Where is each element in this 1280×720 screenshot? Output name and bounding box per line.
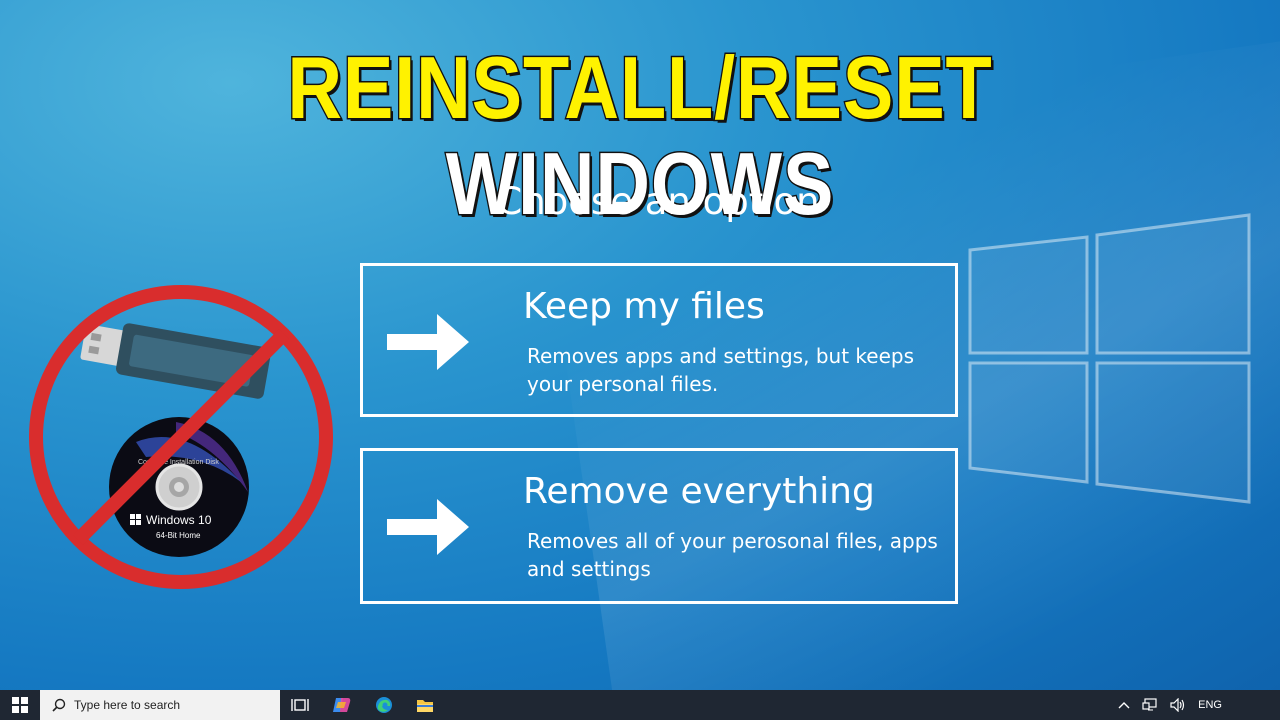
no-install-media-icon: Complete Installation Disk Windows 10 64… [29, 285, 333, 589]
system-tray: ENG [1112, 690, 1280, 720]
arrow-right-icon [387, 499, 469, 555]
edge-button[interactable] [364, 690, 404, 720]
file-explorer-button[interactable] [405, 690, 445, 720]
task-view-icon [291, 699, 309, 711]
start-button[interactable] [0, 690, 40, 720]
remove-everything-option[interactable]: Remove everything Removes all of your pe… [360, 448, 958, 604]
taskbar-search-box[interactable]: Type here to search [40, 690, 280, 720]
keep-my-files-option[interactable]: Keep my files Removes apps and settings,… [360, 263, 958, 417]
taskbar: Type here to search ENG [0, 690, 1280, 720]
edge-icon [376, 697, 392, 713]
option-description: Removes all of your perosonal files, app… [527, 529, 938, 581]
choose-option-heading: Choose an option [496, 180, 820, 223]
copilot-icon [333, 698, 351, 712]
volume-icon[interactable] [1170, 698, 1186, 712]
start-icon [12, 697, 28, 713]
disc-edition: 64-Bit Home [156, 531, 201, 540]
disc-brand: Windows 10 [146, 513, 212, 527]
option-description: Removes apps and settings, but keeps you… [527, 344, 914, 396]
copilot-button[interactable] [322, 690, 362, 720]
search-placeholder: Type here to search [74, 698, 181, 712]
network-icon[interactable] [1142, 698, 1158, 712]
title-part-reinstall: REINSTALL/RESET [286, 38, 993, 137]
arrow-right-icon [387, 314, 469, 370]
option-title: Keep my files [523, 286, 765, 327]
windows-logo-icon [968, 213, 1251, 504]
option-title: Remove everything [523, 471, 875, 512]
usb-drive-icon [80, 323, 271, 399]
file-explorer-icon [417, 700, 433, 712]
task-view-button[interactable] [280, 690, 320, 720]
language-indicator[interactable]: ENG [1198, 699, 1222, 711]
chevron-up-icon[interactable] [1118, 701, 1130, 709]
search-icon [52, 698, 66, 712]
